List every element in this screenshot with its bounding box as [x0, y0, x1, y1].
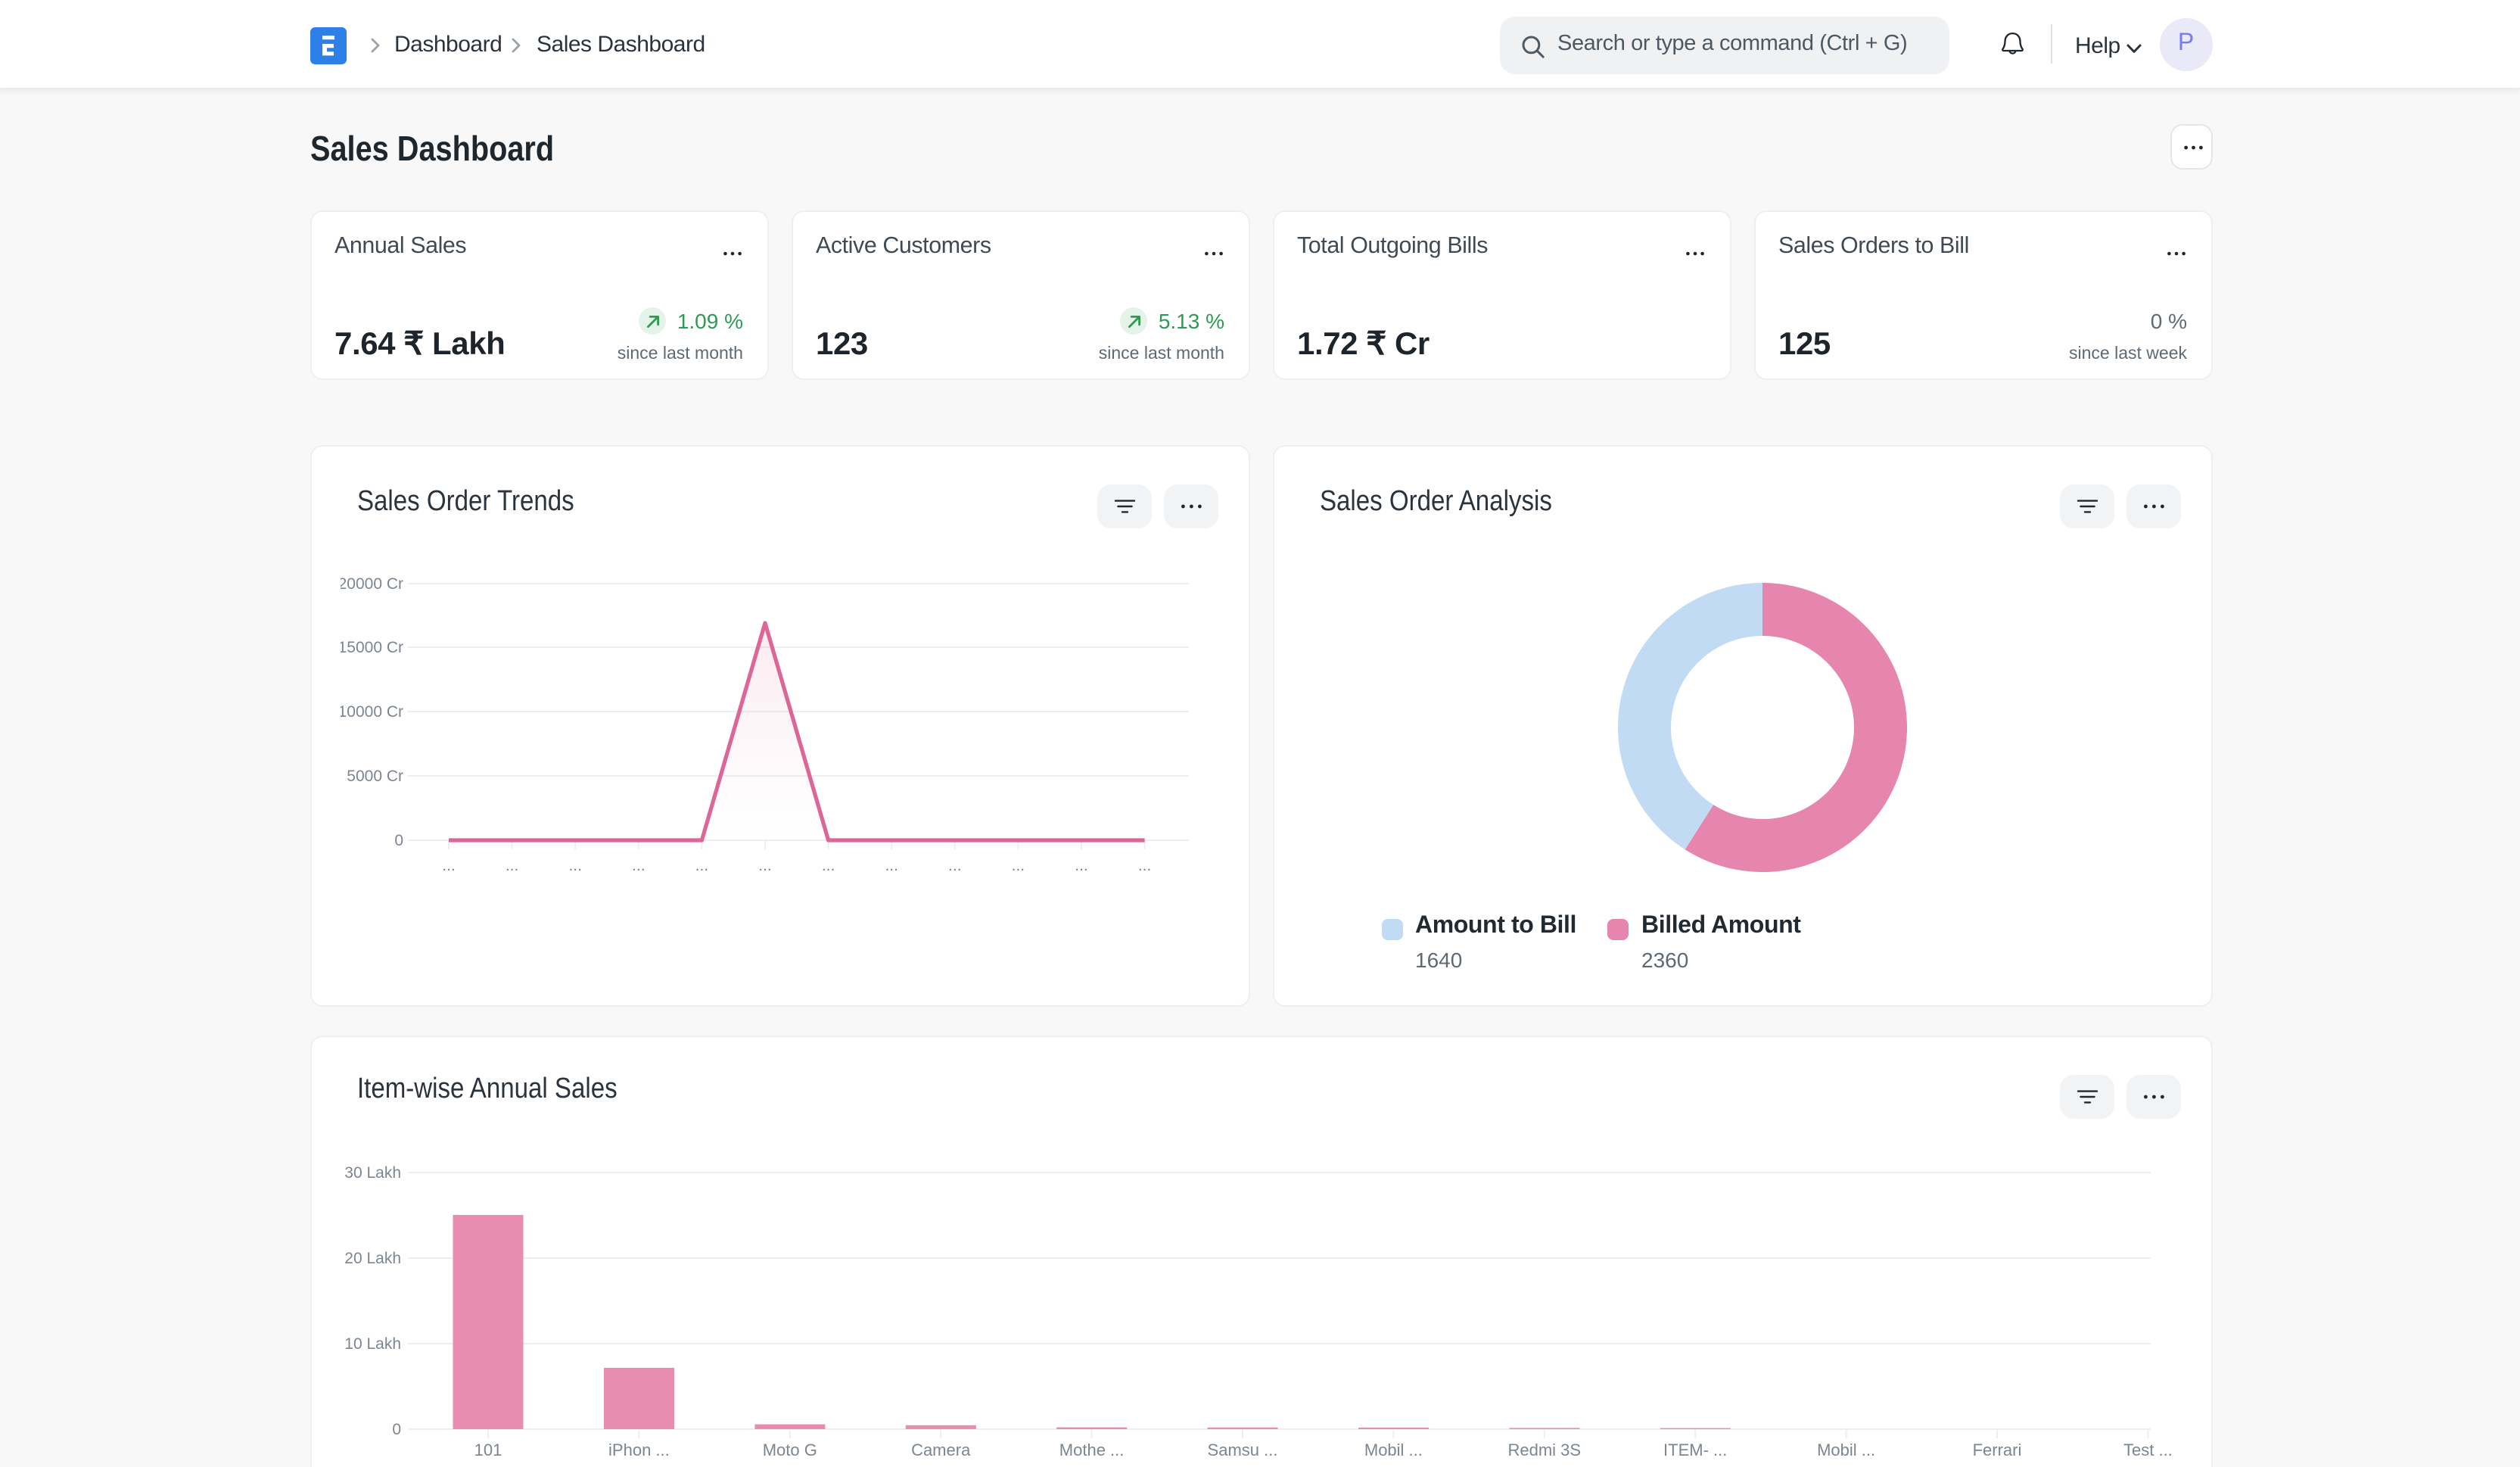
- svg-text:...: ...: [821, 856, 835, 874]
- svg-text:ITEM- ...: ITEM- ...: [1663, 1441, 1726, 1459]
- svg-text:...: ...: [441, 856, 455, 874]
- svg-text:30 Lakh: 30 Lakh: [344, 1164, 400, 1182]
- svg-text:...: ...: [695, 856, 708, 874]
- svg-text:10 Lakh: 10 Lakh: [344, 1335, 400, 1353]
- svg-text:...: ...: [1074, 856, 1087, 874]
- svg-text:...: ...: [568, 856, 581, 874]
- svg-text:...: ...: [1011, 856, 1025, 874]
- svg-text:15000 Cr: 15000 Cr: [340, 638, 403, 656]
- svg-text:Redmi 3S: Redmi 3S: [1507, 1441, 1581, 1459]
- svg-text:Camera: Camera: [910, 1441, 970, 1459]
- svg-text:Samsu ...: Samsu ...: [1207, 1441, 1277, 1459]
- svg-text:Mothe ...: Mothe ...: [1059, 1441, 1124, 1459]
- svg-text:Mobil ...: Mobil ...: [1816, 1441, 1874, 1459]
- svg-text:...: ...: [884, 856, 898, 874]
- svg-text:...: ...: [1137, 856, 1151, 874]
- svg-text:Moto G: Moto G: [762, 1441, 817, 1459]
- svg-text:...: ...: [631, 856, 645, 874]
- svg-text:Test ...: Test ...: [2123, 1441, 2172, 1459]
- svg-text:20 Lakh: 20 Lakh: [344, 1250, 400, 1267]
- svg-text:101: 101: [474, 1441, 502, 1459]
- svg-text:...: ...: [505, 856, 518, 874]
- svg-text:Mobil ...: Mobil ...: [1364, 1441, 1422, 1459]
- svg-text:0: 0: [394, 831, 403, 849]
- svg-text:...: ...: [947, 856, 961, 874]
- svg-text:Ferrari: Ferrari: [1972, 1441, 2021, 1459]
- svg-text:5000 Cr: 5000 Cr: [346, 767, 403, 784]
- svg-text:...: ...: [758, 856, 771, 874]
- svg-text:0: 0: [391, 1421, 400, 1438]
- svg-text:iPhon ...: iPhon ...: [608, 1441, 669, 1459]
- svg-text:20000 Cr: 20000 Cr: [340, 575, 403, 592]
- svg-text:10000 Cr: 10000 Cr: [340, 702, 403, 720]
